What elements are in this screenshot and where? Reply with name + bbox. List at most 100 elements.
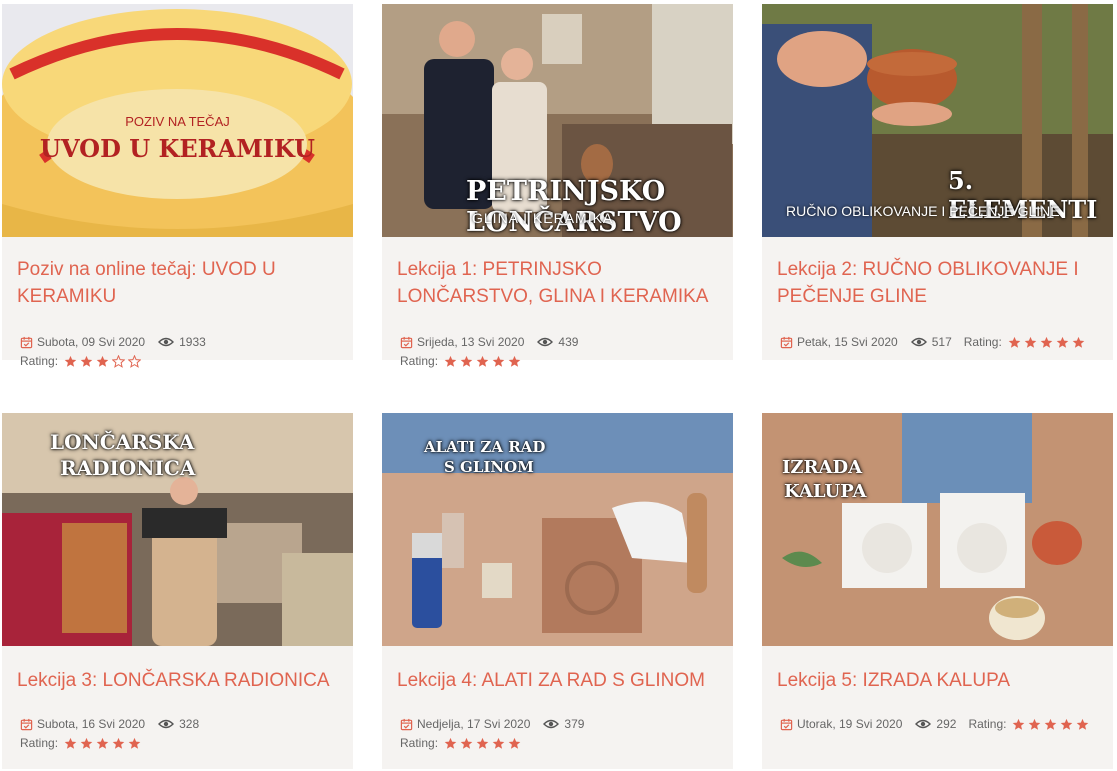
publish-date: Nedjelja, 17 Svi 2020 — [417, 717, 531, 731]
course-title-link[interactable]: Lekcija 4: ALATI ZA RAD S GLINOM — [397, 667, 717, 694]
meta-row: Nedjelja, 17 Svi 2020 379 — [400, 716, 584, 732]
course-card[interactable]: IZRADA KALUPA Lekcija 5: IZRADA KALUPA U… — [762, 413, 1113, 769]
thumbnail-caption-line2: UVOD U KERAMIKU — [40, 134, 315, 163]
thumbnail-caption-line1: POZIV NA TEČAJ — [125, 114, 230, 129]
eye-icon — [158, 337, 174, 347]
star-filled-icon — [460, 737, 473, 750]
course-card[interactable]: PETRINJSKO LONČARSTVO GLINA I KERAMIKA L… — [382, 4, 733, 368]
publish-date: Subota, 09 Svi 2020 — [37, 335, 146, 349]
thumbnail-caption-line2: KALUPA — [784, 481, 867, 502]
view-count: 328 — [179, 717, 200, 731]
course-thumbnail[interactable]: 5. ELEMENTI RUČNO OBLIKOVANJE I PEČENJE … — [762, 4, 1113, 237]
calendar-icon — [400, 718, 413, 731]
course-title-link[interactable]: Lekcija 3: LONČARSKA RADIONICA — [17, 667, 337, 694]
meta-row: Utorak, 19 Svi 2020 292 Rating: — [780, 716, 1092, 732]
publish-date: Petak, 15 Svi 2020 — [797, 335, 898, 349]
star-filled-icon — [96, 737, 109, 750]
view-count: 292 — [936, 717, 957, 731]
calendar-icon — [780, 336, 793, 349]
course-title-link[interactable]: Poziv na online tečaj: UVOD U KERAMIKU — [17, 256, 337, 310]
course-card[interactable]: 5. ELEMENTI RUČNO OBLIKOVANJE I PEČENJE … — [762, 4, 1113, 360]
course-thumbnail[interactable]: POZIV NA TEČAJ UVOD U KERAMIKU — [2, 4, 353, 237]
rating-stars — [64, 737, 144, 750]
thumbnail-caption-line2: GLINA I KERAMIKA — [472, 210, 614, 226]
rating-label: Rating: — [963, 335, 1002, 349]
course-thumbnail[interactable]: LONČARSKA RADIONICA — [2, 413, 353, 646]
calendar-icon — [400, 336, 413, 349]
eye-icon — [543, 719, 559, 729]
thumbnail-caption-line2: RADIONICA — [60, 456, 196, 480]
meta-row: Petak, 15 Svi 2020 517 Rating: — [780, 334, 1088, 350]
course-title-link[interactable]: Lekcija 2: RUČNO OBLIKOVANJE I PEČENJE G… — [777, 256, 1097, 310]
rating-label: Rating: — [400, 736, 439, 750]
eye-icon — [158, 719, 174, 729]
star-filled-icon — [64, 737, 77, 750]
star-filled-icon — [508, 737, 521, 750]
star-filled-icon — [128, 737, 141, 750]
star-filled-icon — [1044, 718, 1057, 731]
star-filled-icon — [460, 355, 473, 368]
star-filled-icon — [1028, 718, 1041, 731]
rating-label: Rating: — [20, 736, 59, 750]
thumbnail-caption-line2: S GLINOM — [444, 458, 534, 476]
course-title-link[interactable]: Lekcija 5: IZRADA KALUPA — [777, 667, 1097, 694]
course-card[interactable]: LONČARSKA RADIONICA Lekcija 3: LONČARSKA… — [2, 413, 353, 769]
meta-row: Subota, 09 Svi 2020 1933 — [20, 334, 206, 350]
eye-icon — [911, 337, 927, 347]
view-count: 1933 — [179, 335, 206, 349]
eye-icon — [915, 719, 931, 729]
publish-date: Utorak, 19 Svi 2020 — [797, 717, 903, 731]
star-filled-icon — [1024, 336, 1037, 349]
star-filled-icon — [112, 737, 125, 750]
rating-row: Rating: — [400, 735, 524, 751]
view-count: 517 — [931, 335, 952, 349]
thumbnail-caption-line1: LONČARSKA — [50, 430, 195, 454]
star-filled-icon — [1060, 718, 1073, 731]
calendar-icon — [780, 718, 793, 731]
rating-label: Rating: — [20, 354, 59, 368]
thumbnail-caption-line2: RUČNO OBLIKOVANJE I PEČENJE GLINE — [786, 203, 1060, 219]
star-filled-icon — [1012, 718, 1025, 731]
rating-stars — [1008, 336, 1088, 349]
publish-date: Subota, 16 Svi 2020 — [37, 717, 146, 731]
star-filled-icon — [492, 355, 505, 368]
star-filled-icon — [476, 737, 489, 750]
rating-row: Rating: — [400, 353, 524, 369]
thumbnail-caption-line1: IZRADA — [782, 457, 863, 478]
star-filled-icon — [476, 355, 489, 368]
rating-stars — [64, 355, 144, 368]
rating-row: Rating: — [20, 353, 144, 369]
rating-row: Rating: — [20, 735, 144, 751]
rating-stars — [444, 737, 524, 750]
course-card[interactable]: ALATI ZA RAD S GLINOM Lekcija 4: ALATI Z… — [382, 413, 733, 769]
star-empty-icon — [112, 355, 125, 368]
star-filled-icon — [1008, 336, 1021, 349]
eye-icon — [537, 337, 553, 347]
star-filled-icon — [1076, 718, 1089, 731]
star-filled-icon — [96, 355, 109, 368]
calendar-icon — [20, 718, 33, 731]
course-card[interactable]: POZIV NA TEČAJ UVOD U KERAMIKU Poziv na … — [2, 4, 353, 368]
star-empty-icon — [128, 355, 141, 368]
calendar-icon — [20, 336, 33, 349]
course-title-link[interactable]: Lekcija 1: PETRINJSKO LONČARSTVO, GLINA … — [397, 256, 717, 310]
star-filled-icon — [80, 737, 93, 750]
star-filled-icon — [64, 355, 77, 368]
course-thumbnail[interactable]: PETRINJSKO LONČARSTVO GLINA I KERAMIKA — [382, 4, 733, 237]
course-thumbnail[interactable]: ALATI ZA RAD S GLINOM — [382, 413, 733, 646]
star-filled-icon — [492, 737, 505, 750]
meta-row: Srijeda, 13 Svi 2020 439 — [400, 334, 578, 350]
rating-stars — [444, 355, 524, 368]
rating-label: Rating: — [400, 354, 439, 368]
course-thumbnail[interactable]: IZRADA KALUPA — [762, 413, 1113, 646]
view-count: 379 — [564, 717, 585, 731]
rating-label: Rating: — [968, 717, 1007, 731]
rating-stars — [1012, 718, 1092, 731]
star-filled-icon — [508, 355, 521, 368]
star-filled-icon — [444, 355, 457, 368]
star-filled-icon — [1056, 336, 1069, 349]
view-count: 439 — [558, 335, 579, 349]
star-filled-icon — [1040, 336, 1053, 349]
star-filled-icon — [80, 355, 93, 368]
thumbnail-caption-line1: ALATI ZA RAD — [424, 438, 546, 456]
